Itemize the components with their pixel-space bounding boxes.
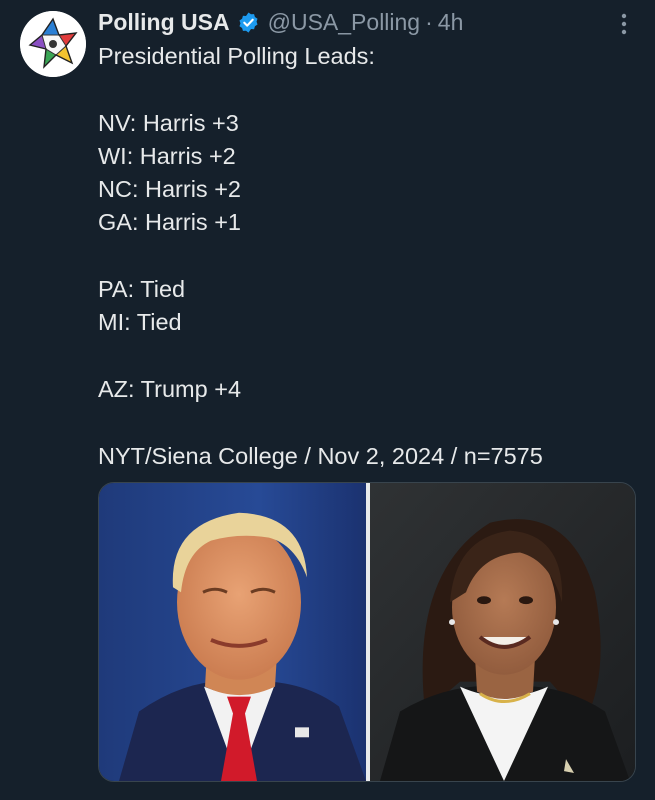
tweet-line: NYT/Siena College / Nov 2, 2024 / n=7575 xyxy=(98,442,543,469)
more-options-button[interactable] xyxy=(617,12,631,36)
tweet-line: NC: Harris +2 xyxy=(98,176,241,203)
tweet-line: PA: Tied xyxy=(98,276,186,303)
tweet-text: Presidential Polling Leads: NV: Harris +… xyxy=(98,40,628,473)
candidate-photo-right[interactable] xyxy=(370,483,635,781)
tweet-line: MI: Tied xyxy=(98,309,182,336)
tweet-header: Polling USA @USA_Polling · 4h xyxy=(98,5,463,39)
polling-usa-logo-icon xyxy=(20,11,86,77)
tweet-line: WI: Harris +2 xyxy=(98,142,236,169)
tweet-line: NV: Harris +3 xyxy=(98,109,239,136)
media-grid[interactable] xyxy=(98,482,636,782)
user-handle[interactable]: @USA_Polling xyxy=(268,9,420,36)
separator-dot: · xyxy=(425,8,433,35)
verified-badge-icon xyxy=(237,11,260,34)
candidate-photo-left[interactable] xyxy=(99,483,366,781)
tweet: Polling USA @USA_Polling · 4h Presidenti… xyxy=(0,0,655,800)
tweet-line: AZ: Trump +4 xyxy=(98,375,242,402)
tweet-line: Presidential Polling Leads: xyxy=(98,43,375,69)
avatar[interactable] xyxy=(20,11,86,77)
more-vertical-icon xyxy=(621,13,627,35)
tweet-line: GA: Harris +1 xyxy=(98,209,241,236)
timestamp[interactable]: 4h xyxy=(438,9,464,36)
display-name[interactable]: Polling USA xyxy=(98,9,230,36)
